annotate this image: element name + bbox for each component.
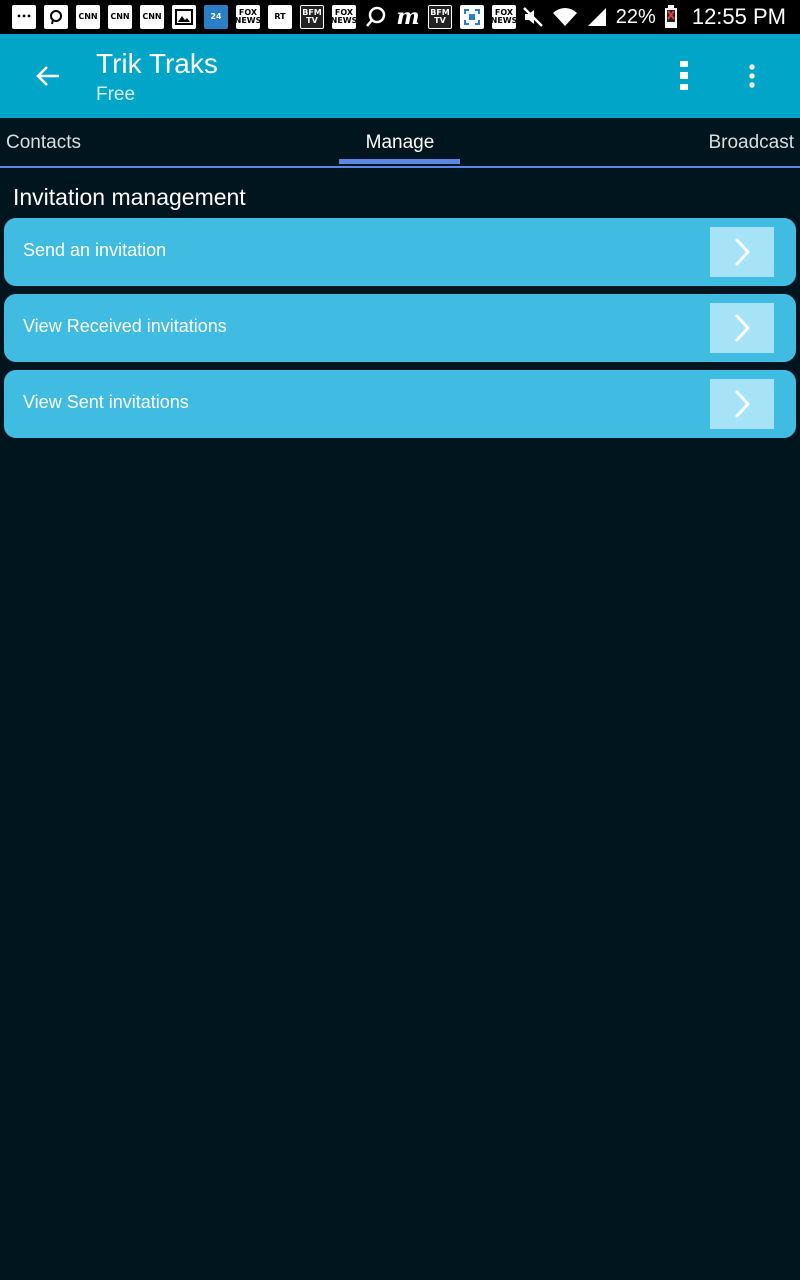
view-received-invitations-row[interactable]: View Received invitations bbox=[4, 294, 796, 362]
more-vert-icon bbox=[749, 64, 755, 88]
more-vert-bold-icon bbox=[680, 61, 688, 90]
app-subtitle: Free bbox=[96, 84, 136, 105]
cnn-icon: CNN bbox=[108, 5, 132, 29]
mute-icon bbox=[522, 6, 544, 28]
tab-manage[interactable]: Manage bbox=[0, 132, 800, 154]
bfmtv-icon: BFM TV bbox=[300, 5, 324, 29]
section-title: Invitation management bbox=[13, 184, 246, 210]
chevron-right-icon[interactable] bbox=[710, 227, 774, 277]
france24-icon: 24 bbox=[204, 5, 228, 29]
options-button[interactable] bbox=[664, 56, 704, 96]
foxnews-icon: FOX NEWS bbox=[332, 5, 356, 29]
tab-indicator bbox=[339, 159, 460, 164]
chevron-right-icon[interactable] bbox=[710, 303, 774, 353]
row-label: Send an invitation bbox=[23, 240, 167, 260]
notification-icons: ••• CNN CNN CNN 24 FOX NEWS RT BFM TV FO… bbox=[0, 5, 516, 29]
chevron-right-icon[interactable] bbox=[710, 379, 774, 429]
m-icon: m bbox=[396, 5, 420, 29]
foxnews-icon: FOX NEWS bbox=[236, 5, 260, 29]
app-title: Trik Traks bbox=[96, 48, 218, 79]
back-button[interactable] bbox=[22, 52, 74, 100]
image-icon bbox=[172, 5, 196, 29]
overflow-menu-button[interactable] bbox=[732, 56, 772, 96]
bfmtv-icon: BFM TV bbox=[428, 5, 452, 29]
arrow-back-icon bbox=[36, 66, 59, 86]
app-bar: Trik Traks Free bbox=[0, 34, 800, 118]
row-label: View Sent invitations bbox=[23, 392, 189, 412]
status-bar: ••• CNN CNN CNN 24 FOX NEWS RT BFM TV FO… bbox=[0, 0, 800, 34]
foxnews-icon: FOX NEWS bbox=[492, 5, 516, 29]
battery-icon bbox=[664, 5, 678, 29]
chat-icon bbox=[44, 5, 68, 29]
tab-broadcast[interactable]: Broadcast bbox=[708, 132, 794, 154]
rt-icon: RT bbox=[268, 5, 292, 29]
search-icon bbox=[364, 5, 388, 29]
battery-percent: 22% bbox=[615, 5, 656, 28]
signal-icon bbox=[586, 6, 608, 28]
system-icons: 22% 12:55 PM bbox=[522, 0, 786, 34]
frame-icon bbox=[460, 5, 484, 29]
cnn-icon: CNN bbox=[76, 5, 100, 29]
send-invitation-row[interactable]: Send an invitation bbox=[4, 218, 796, 286]
dots-icon: ••• bbox=[12, 5, 36, 29]
row-label: View Received invitations bbox=[23, 316, 227, 336]
clock: 12:55 PM bbox=[691, 4, 786, 29]
cnn-icon: CNN bbox=[140, 5, 164, 29]
view-sent-invitations-row[interactable]: View Sent invitations bbox=[4, 370, 796, 438]
wifi-icon bbox=[552, 6, 578, 28]
